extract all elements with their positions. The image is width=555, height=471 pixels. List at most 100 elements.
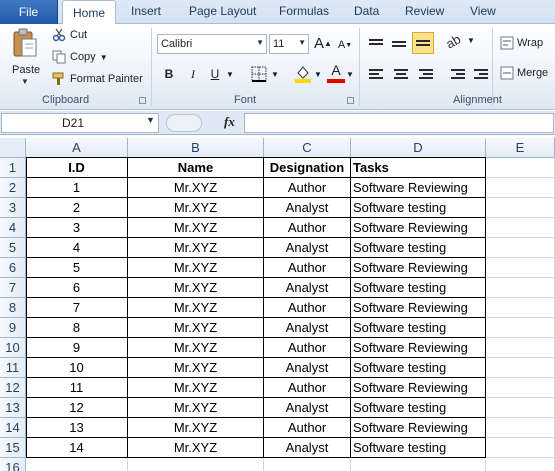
column-header-e[interactable]: E bbox=[486, 138, 555, 158]
table-cell[interactable]: Software testing bbox=[351, 398, 486, 418]
table-cell[interactable] bbox=[486, 358, 555, 378]
formula-edit-handle[interactable] bbox=[166, 114, 202, 132]
increase-indent-button[interactable] bbox=[470, 66, 488, 82]
table-cell[interactable]: Mr.XYZ bbox=[128, 238, 264, 258]
tab-home[interactable]: Home bbox=[62, 0, 116, 25]
row-header[interactable]: 5 bbox=[0, 238, 26, 258]
table-cell[interactable]: Author bbox=[264, 258, 351, 278]
copy-dropdown-icon[interactable]: ▼ bbox=[100, 53, 108, 62]
table-cell[interactable]: 5 bbox=[26, 258, 128, 278]
table-cell[interactable]: Software Reviewing bbox=[351, 258, 486, 278]
merge-center-button[interactable]: Merge bbox=[500, 66, 548, 80]
row-header[interactable]: 14 bbox=[0, 418, 26, 438]
table-cell[interactable]: Mr.XYZ bbox=[128, 258, 264, 278]
top-align-button[interactable] bbox=[369, 34, 387, 50]
middle-align-button[interactable] bbox=[392, 36, 410, 52]
table-cell[interactable] bbox=[486, 398, 555, 418]
header-cell[interactable]: Tasks bbox=[351, 158, 486, 178]
table-cell[interactable] bbox=[486, 258, 555, 278]
paste-dropdown-icon[interactable]: ▼ bbox=[21, 77, 29, 86]
table-cell[interactable]: Mr.XYZ bbox=[128, 398, 264, 418]
table-cell[interactable] bbox=[264, 458, 351, 471]
row-header[interactable]: 12 bbox=[0, 378, 26, 398]
table-cell[interactable]: Software Reviewing bbox=[351, 338, 486, 358]
align-right-button[interactable] bbox=[415, 66, 433, 82]
format-painter-button[interactable]: Format Painter bbox=[52, 72, 143, 86]
table-cell[interactable] bbox=[486, 198, 555, 218]
table-cell[interactable]: Mr.XYZ bbox=[128, 378, 264, 398]
table-cell[interactable]: Author bbox=[264, 378, 351, 398]
table-cell[interactable]: Software Reviewing bbox=[351, 378, 486, 398]
row-header[interactable]: 15 bbox=[0, 438, 26, 458]
row-header[interactable]: 9 bbox=[0, 318, 26, 338]
row-header[interactable]: 16 bbox=[0, 458, 26, 471]
orientation-icon[interactable]: ab bbox=[443, 31, 463, 51]
table-cell[interactable] bbox=[26, 458, 128, 471]
row-header[interactable]: 1 bbox=[0, 158, 26, 178]
table-cell[interactable]: Author bbox=[264, 298, 351, 318]
table-cell[interactable]: 10 bbox=[26, 358, 128, 378]
borders-icon[interactable] bbox=[251, 66, 267, 82]
select-all-corner[interactable] bbox=[0, 138, 26, 158]
table-cell[interactable] bbox=[486, 278, 555, 298]
chevron-down-icon[interactable]: ▼ bbox=[298, 38, 306, 47]
table-cell[interactable]: Author bbox=[264, 418, 351, 438]
table-cell[interactable]: Analyst bbox=[264, 238, 351, 258]
row-header[interactable]: 4 bbox=[0, 218, 26, 238]
table-cell[interactable]: Mr.XYZ bbox=[128, 338, 264, 358]
tab-formulas[interactable]: Formulas bbox=[279, 4, 329, 18]
tab-data[interactable]: Data bbox=[354, 4, 379, 18]
tab-review[interactable]: Review bbox=[405, 4, 444, 18]
table-cell[interactable]: Software Reviewing bbox=[351, 218, 486, 238]
italic-button[interactable]: I bbox=[184, 65, 202, 83]
table-cell[interactable] bbox=[486, 338, 555, 358]
fill-color-icon[interactable] bbox=[294, 64, 312, 84]
fill-color-dropdown-icon[interactable]: ▼ bbox=[313, 65, 323, 83]
wrap-text-button[interactable]: Wrap bbox=[500, 36, 543, 50]
table-cell[interactable]: 6 bbox=[26, 278, 128, 298]
paste-button[interactable]: Paste bbox=[12, 64, 40, 76]
align-center-button[interactable] bbox=[392, 66, 410, 82]
table-cell[interactable]: Analyst bbox=[264, 318, 351, 338]
font-color-button[interactable]: A bbox=[327, 62, 345, 84]
table-cell[interactable] bbox=[351, 458, 486, 471]
table-cell[interactable]: Mr.XYZ bbox=[128, 418, 264, 438]
borders-dropdown-icon[interactable]: ▼ bbox=[270, 65, 280, 83]
row-header[interactable]: 3 bbox=[0, 198, 26, 218]
table-cell[interactable]: 4 bbox=[26, 238, 128, 258]
table-cell[interactable] bbox=[486, 238, 555, 258]
table-cell[interactable] bbox=[486, 318, 555, 338]
worksheet-grid[interactable]: A B C D E 1 I.D Name Designation Tasks 2 1 Mr.X… bbox=[0, 138, 555, 471]
tab-view[interactable]: View bbox=[470, 4, 496, 18]
table-cell[interactable] bbox=[128, 458, 264, 471]
decrease-indent-button[interactable] bbox=[447, 66, 465, 82]
table-cell[interactable]: 3 bbox=[26, 218, 128, 238]
table-cell[interactable]: Software testing bbox=[351, 238, 486, 258]
table-cell[interactable]: Software Reviewing bbox=[351, 418, 486, 438]
chevron-down-icon[interactable]: ▼ bbox=[256, 38, 264, 47]
column-header-c[interactable]: C bbox=[264, 138, 351, 158]
row-header[interactable]: 2 bbox=[0, 178, 26, 198]
table-cell[interactable] bbox=[486, 458, 555, 471]
table-cell[interactable]: Software testing bbox=[351, 358, 486, 378]
row-header[interactable]: 7 bbox=[0, 278, 26, 298]
table-cell[interactable]: 2 bbox=[26, 198, 128, 218]
tab-file[interactable]: File bbox=[0, 0, 58, 24]
font-color-dropdown-icon[interactable]: ▼ bbox=[345, 65, 355, 83]
row-header[interactable]: 13 bbox=[0, 398, 26, 418]
table-cell[interactable]: Author bbox=[264, 338, 351, 358]
table-cell[interactable]: Author bbox=[264, 178, 351, 198]
table-cell[interactable] bbox=[486, 438, 555, 458]
font-name-combo[interactable]: Calibri ▼ bbox=[157, 34, 267, 54]
grow-font-button[interactable]: A ▲ bbox=[314, 34, 332, 52]
shrink-font-button[interactable]: A ▼ bbox=[337, 36, 353, 54]
table-cell[interactable] bbox=[486, 298, 555, 318]
table-cell[interactable]: 13 bbox=[26, 418, 128, 438]
table-cell[interactable] bbox=[486, 418, 555, 438]
table-cell[interactable]: Analyst bbox=[264, 358, 351, 378]
tab-page-layout[interactable]: Page Layout bbox=[189, 4, 256, 18]
table-cell[interactable]: Author bbox=[264, 218, 351, 238]
font-launcher-icon[interactable] bbox=[347, 97, 354, 104]
fx-icon[interactable]: fx bbox=[224, 114, 235, 130]
table-cell[interactable] bbox=[486, 158, 555, 178]
